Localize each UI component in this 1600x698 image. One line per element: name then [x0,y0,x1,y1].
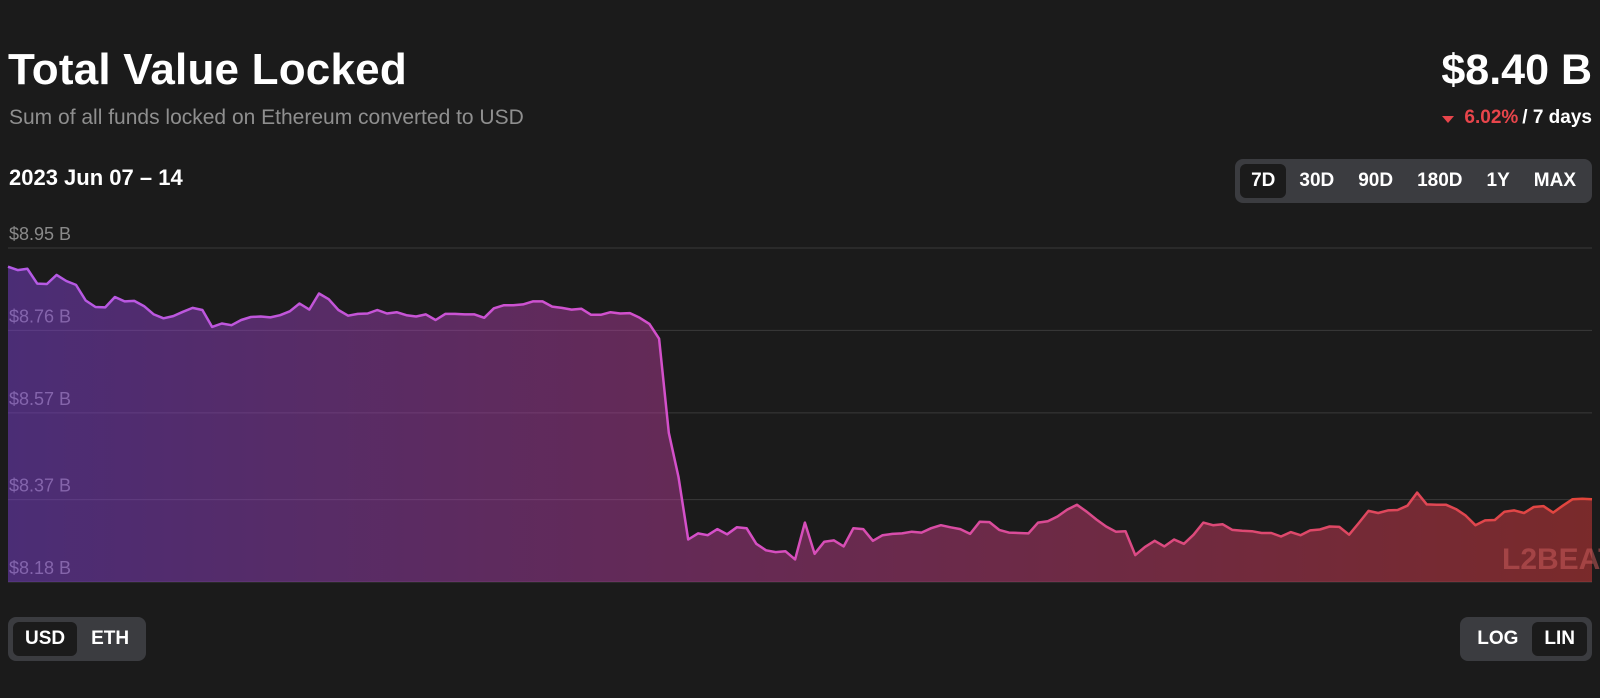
total-value: $8.40 B [1441,46,1592,94]
range-7d-button[interactable]: 7D [1240,164,1287,198]
page-subtitle: Sum of all funds locked on Ethereum conv… [9,106,524,129]
down-arrow-icon [1442,115,1455,123]
tvl-chart: $8.95 B$8.76 B$8.57 B$8.37 B$8.18 B L2BE… [0,220,1600,600]
change-percent: 6.02% [1464,107,1519,128]
tvl-area-chart: $8.95 B$8.76 B$8.57 B$8.37 B$8.18 B L2BE… [7,224,1600,583]
range-180d-button[interactable]: 180D [1406,164,1473,198]
tvl-area [8,266,1592,582]
scale-selector: LOG LIN [1460,617,1592,661]
change-period: / 7 days [1522,107,1592,128]
l2beat-watermark: L2BEAT [1502,543,1600,576]
range-30d-button[interactable]: 30D [1288,164,1345,198]
currency-eth-button[interactable]: ETH [79,622,141,656]
y-tick-label: $8.95 B [9,224,71,244]
tvl-panel: Total Value Locked Sum of all funds lock… [0,0,1600,698]
page-title: Total Value Locked [8,45,407,94]
range-90d-button[interactable]: 90D [1347,164,1404,198]
date-range-label: 2023 Jun 07 – 14 [9,165,183,190]
range-1y-button[interactable]: 1Y [1476,164,1521,198]
currency-usd-button[interactable]: USD [13,622,78,656]
time-range-selector: 7D 30D 90D 180D 1Y MAX [1235,159,1592,203]
scale-log-button[interactable]: LOG [1465,622,1530,656]
range-max-button[interactable]: MAX [1523,164,1587,198]
watermark-text: L2BEAT [1502,543,1600,576]
currency-selector: USD ETH [8,617,147,661]
scale-lin-button[interactable]: LIN [1532,622,1587,656]
change-indicator: 6.02% / 7 days [1442,106,1592,130]
